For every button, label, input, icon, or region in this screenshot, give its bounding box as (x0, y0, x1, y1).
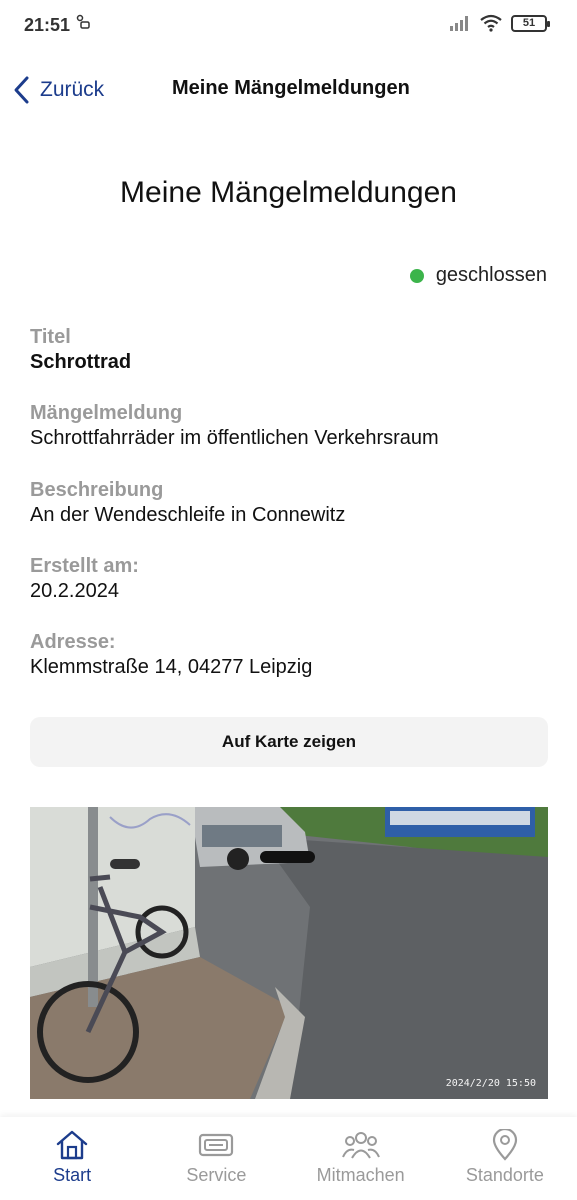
nav-item-mitmachen[interactable]: Mitmachen (289, 1117, 433, 1200)
field-title: Titel Schrottrad (30, 326, 131, 374)
group-icon (341, 1132, 380, 1159)
chevron-left-icon (14, 76, 29, 104)
field-label: Titel (30, 326, 71, 348)
location-pin-icon (492, 1129, 517, 1161)
field-value: 20.2.2024 (30, 580, 119, 602)
field-label: Erstellt am: (30, 555, 139, 577)
report-status: geschlossen (409, 264, 547, 287)
photo-timestamp: 2024/2/20 15:50 (445, 1078, 536, 1089)
battery-level: 51 (522, 17, 536, 29)
home-icon (56, 1130, 88, 1160)
field-description: Beschreibung An der Wendeschleife in Con… (30, 479, 345, 527)
show-on-map-button[interactable]: Auf Karte zeigen (30, 717, 548, 767)
report-photo[interactable]: 2024/2/20 15:50 (30, 807, 548, 1099)
field-value: Schrottrad (30, 351, 132, 373)
field-label: Mängelmeldung (30, 402, 183, 424)
field-value: Schrottfahrräder im öffentlichen Verkehr… (30, 427, 439, 449)
bottom-nav: Start Service Mitmachen Standorte (0, 1117, 577, 1200)
signal-icon (450, 16, 468, 31)
status-dot-icon (409, 268, 424, 283)
status-text: geschlossen (435, 264, 547, 286)
nav-label: Standorte (465, 1165, 544, 1185)
back-button[interactable]: Zurück (12, 70, 104, 110)
field-address: Adresse: Klemmstraße 14, 04277 Leipzig (30, 631, 312, 679)
alarm-icon (76, 14, 90, 29)
nav-label: Service (186, 1165, 247, 1185)
nav-label: Start (53, 1165, 92, 1185)
status-time: 21:51 (24, 15, 71, 35)
nav-item-start[interactable]: Start (0, 1117, 144, 1200)
page-title: Meine Mängelmeldungen (120, 176, 457, 209)
field-value: An der Wendeschleife in Connewitz (30, 504, 346, 526)
header-title: Meine Mängelmeldungen (172, 77, 410, 99)
field-created: Erstellt am: 20.2.2024 (30, 555, 139, 603)
back-label: Zurück (40, 78, 105, 101)
field-value: Klemmstraße 14, 04277 Leipzig (30, 656, 313, 678)
wifi-icon (480, 14, 502, 32)
bicycle-photo (30, 807, 548, 1099)
nav-item-standorte[interactable]: Standorte (433, 1117, 577, 1200)
field-label: Adresse: (30, 631, 116, 653)
field-category: Mängelmeldung Schrottfahrräder im öffent… (30, 402, 439, 450)
app-header: Zurück Meine Mängelmeldungen (0, 60, 577, 120)
nav-label: Mitmachen (316, 1165, 405, 1185)
battery-icon: 51 (511, 14, 550, 32)
field-label: Beschreibung (30, 479, 164, 501)
ticket-icon (199, 1133, 234, 1157)
nav-item-service[interactable]: Service (144, 1117, 288, 1200)
status-bar: 21:51 51 (0, 0, 577, 52)
status-icons: 51 (449, 14, 550, 32)
